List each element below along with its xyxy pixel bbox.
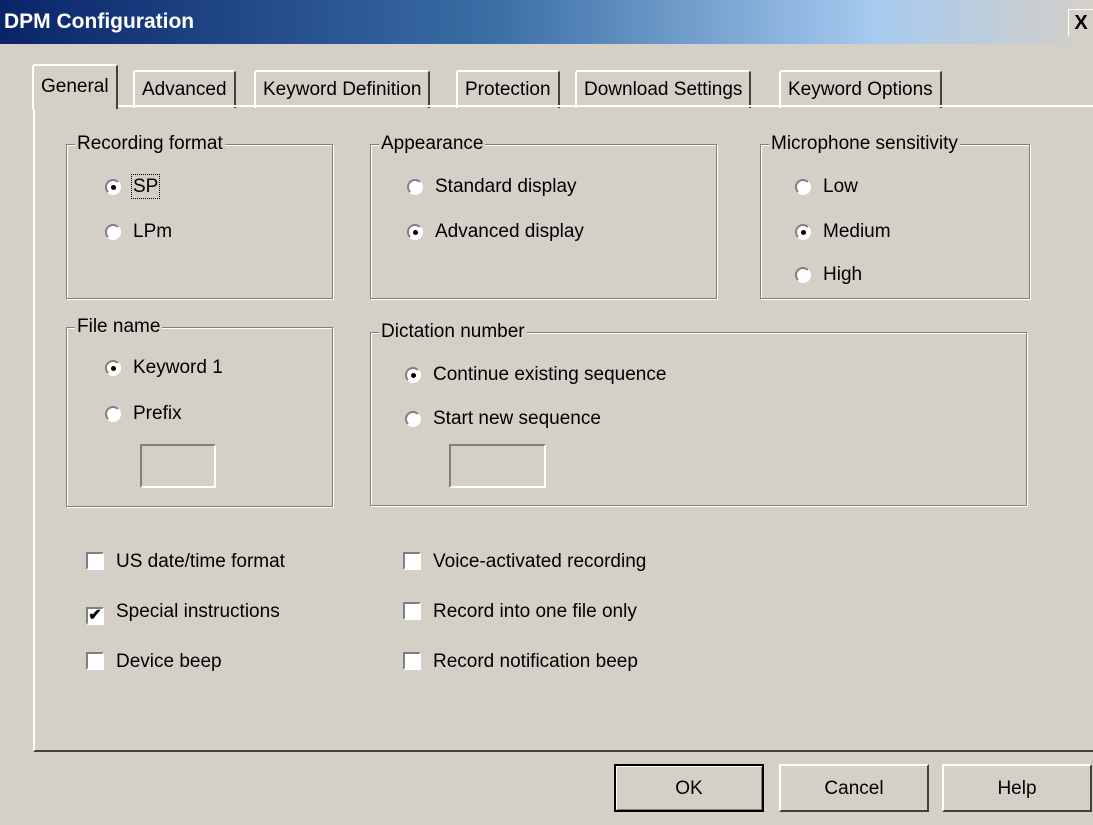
checkbox-voice-activated-label: Voice-activated recording: [433, 551, 647, 572]
checkbox-one-file-only[interactable]: Record into one file only: [403, 600, 637, 624]
tab-keyword-options[interactable]: Keyword Options: [779, 70, 942, 108]
radio-advanced-display-indicator[interactable]: [407, 224, 423, 240]
radio-prefix-label: Prefix: [133, 403, 182, 424]
radio-continue-sequence-label: Continue existing sequence: [433, 364, 667, 385]
checkbox-voice-activated[interactable]: Voice-activated recording: [403, 550, 646, 574]
checkbox-us-date-time-label: US date/time format: [116, 551, 285, 572]
checkbox-notification-beep-label: Record notification beep: [433, 651, 638, 672]
checkbox-one-file-only-label: Record into one file only: [433, 601, 637, 622]
recording-format-group: Recording format SP LPm: [66, 133, 333, 299]
radio-lpm[interactable]: LPm: [105, 220, 172, 244]
start-sequence-input[interactable]: [449, 444, 546, 488]
radio-start-new-sequence-label: Start new sequence: [433, 408, 601, 429]
radio-advanced-display-label: Advanced display: [435, 221, 584, 242]
radio-medium[interactable]: Medium: [795, 220, 891, 244]
recording-format-legend: Recording format: [75, 133, 225, 155]
radio-start-new-sequence-indicator[interactable]: [405, 411, 421, 427]
radio-standard-display-label: Standard display: [435, 176, 577, 197]
close-button[interactable]: X: [1068, 9, 1093, 36]
checkbox-us-date-time-box[interactable]: [86, 552, 104, 570]
tab-protection[interactable]: Protection: [456, 70, 560, 108]
radio-medium-indicator[interactable]: [795, 224, 811, 240]
file-name-legend: File name: [75, 316, 163, 338]
checkbox-special-instructions-box[interactable]: ✔: [86, 607, 104, 625]
file-name-group: File name Keyword 1 Prefix: [66, 316, 333, 507]
radio-keyword-1-indicator[interactable]: [105, 360, 121, 376]
window-title: DPM Configuration: [4, 10, 195, 33]
radio-sp-indicator[interactable]: [105, 179, 121, 195]
radio-prefix-indicator[interactable]: [105, 406, 121, 422]
radio-prefix[interactable]: Prefix: [105, 402, 182, 426]
dictation-number-legend: Dictation number: [379, 321, 527, 343]
checkbox-notification-beep-box[interactable]: [403, 652, 421, 670]
radio-standard-display[interactable]: Standard display: [407, 175, 577, 199]
radio-high-label: High: [823, 264, 863, 285]
radio-start-new-sequence[interactable]: Start new sequence: [405, 407, 601, 431]
radio-low-indicator[interactable]: [795, 179, 811, 195]
radio-sp[interactable]: SP: [105, 174, 161, 199]
checkbox-device-beep-label: Device beep: [116, 651, 222, 672]
title-bar: DPM Configuration X: [0, 0, 1093, 44]
radio-advanced-display[interactable]: Advanced display: [407, 220, 584, 244]
microphone-sensitivity-group: Microphone sensitivity Low Medium High: [760, 133, 1030, 299]
prefix-input[interactable]: [140, 444, 216, 488]
radio-standard-display-indicator[interactable]: [407, 179, 423, 195]
radio-lpm-label: LPm: [133, 221, 173, 242]
checkbox-special-instructions[interactable]: ✔ Special instructions: [86, 600, 280, 625]
checkbox-us-date-time[interactable]: US date/time format: [86, 550, 285, 574]
tab-keyword-definition[interactable]: Keyword Definition: [254, 70, 431, 108]
radio-keyword-1-label: Keyword 1: [133, 357, 223, 378]
checkbox-device-beep-box[interactable]: [86, 652, 104, 670]
radio-low[interactable]: Low: [795, 175, 858, 199]
radio-low-label: Low: [823, 176, 858, 197]
appearance-group: Appearance Standard display Advanced dis…: [370, 133, 717, 299]
radio-high[interactable]: High: [795, 263, 862, 287]
checkbox-one-file-only-box[interactable]: [403, 602, 421, 620]
microphone-sensitivity-legend: Microphone sensitivity: [769, 133, 960, 155]
tab-download-settings[interactable]: Download Settings: [575, 70, 752, 108]
tab-advanced[interactable]: Advanced: [133, 70, 236, 108]
checkbox-voice-activated-box[interactable]: [403, 552, 421, 570]
radio-high-indicator[interactable]: [795, 267, 811, 283]
appearance-legend: Appearance: [379, 133, 486, 155]
ok-button[interactable]: OK: [614, 764, 764, 812]
help-button[interactable]: Help: [942, 764, 1092, 812]
radio-continue-sequence-indicator[interactable]: [405, 367, 421, 383]
checkbox-special-instructions-label: Special instructions: [116, 601, 280, 622]
radio-sp-label: SP: [130, 174, 161, 199]
cancel-button[interactable]: Cancel: [779, 764, 929, 812]
dictation-number-group: Dictation number Continue existing seque…: [370, 321, 1027, 506]
radio-keyword-1[interactable]: Keyword 1: [105, 356, 223, 380]
checkbox-device-beep[interactable]: Device beep: [86, 650, 222, 674]
checkbox-notification-beep[interactable]: Record notification beep: [403, 650, 638, 674]
radio-lpm-indicator[interactable]: [105, 224, 121, 240]
tab-general[interactable]: General: [32, 64, 118, 109]
radio-medium-label: Medium: [823, 221, 891, 242]
general-tab-panel: Recording format SP LPm Appearance Stand…: [33, 105, 1093, 752]
radio-continue-sequence[interactable]: Continue existing sequence: [405, 363, 666, 387]
